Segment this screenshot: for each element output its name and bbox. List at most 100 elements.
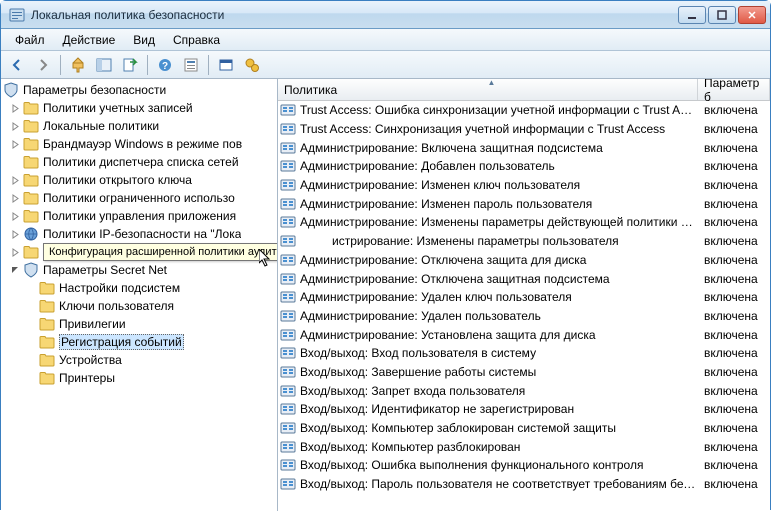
menu-view[interactable]: Вид xyxy=(125,31,163,49)
list-header: Политика ▲ Параметр б xyxy=(278,79,770,101)
properties-button[interactable] xyxy=(179,53,203,77)
list-row[interactable]: Администрирование: Добавлен пользователь… xyxy=(278,157,770,176)
tree-item[interactable]: Политики IP-безопасности на "Лока xyxy=(1,225,277,243)
expand-icon xyxy=(9,156,21,168)
settings-button[interactable] xyxy=(240,53,264,77)
list-row[interactable]: Вход/выход: Ошибка выполнения функционал… xyxy=(278,456,770,475)
tree-root-label: Параметры безопасности xyxy=(23,83,166,97)
registry-icon xyxy=(280,289,296,305)
help-button[interactable]: ? xyxy=(153,53,177,77)
policy-name: Администрирование: Отключена защитная по… xyxy=(300,272,698,286)
expand-icon[interactable] xyxy=(9,246,21,258)
tree-item[interactable]: Политики ограниченного использо xyxy=(1,189,277,207)
tree-item-label: Принтеры xyxy=(59,371,115,385)
expand-icon[interactable] xyxy=(9,174,21,186)
expand-icon[interactable] xyxy=(9,210,21,222)
list-row[interactable]: Администрирование: Отключена защитная по… xyxy=(278,269,770,288)
policy-value: включена xyxy=(698,440,770,454)
tree-root[interactable]: Параметры безопасности xyxy=(1,81,277,99)
list-row[interactable]: Администрирование: Отключена защита для … xyxy=(278,251,770,270)
list-row[interactable]: Администрирование: Удален пользовательвк… xyxy=(278,307,770,326)
list-row[interactable]: Вход/выход: Запрет входа пользователявкл… xyxy=(278,381,770,400)
policy-value: включена xyxy=(698,159,770,173)
show-hide-tree-button[interactable] xyxy=(92,53,116,77)
list-row[interactable]: Вход/выход: Компьютер разблокированвключ… xyxy=(278,437,770,456)
sort-asc-icon: ▲ xyxy=(488,79,496,87)
tree-item[interactable]: Принтеры xyxy=(1,369,277,387)
registry-icon xyxy=(280,457,296,473)
expand-icon[interactable] xyxy=(9,102,21,114)
close-button[interactable] xyxy=(738,6,766,24)
tree-item[interactable]: Локальные политики xyxy=(1,117,277,135)
menu-action[interactable]: Действие xyxy=(55,31,124,49)
policy-name: Администрирование: Изменены параметры де… xyxy=(300,215,698,229)
up-button[interactable] xyxy=(66,53,90,77)
tree-item[interactable]: Политики управления приложения xyxy=(1,207,277,225)
tree-item[interactable]: Настройки подсистем xyxy=(1,279,277,297)
expand-icon[interactable] xyxy=(9,120,21,132)
tree-item-label: Привилегии xyxy=(59,317,126,331)
tree-item[interactable]: Политики учетных записей xyxy=(1,99,277,117)
list-row[interactable]: Вход/выход: Завершение работы системывкл… xyxy=(278,363,770,382)
policy-value: включена xyxy=(698,421,770,435)
tree-item-label: Регистрация событий xyxy=(59,334,184,350)
registry-icon xyxy=(280,196,296,212)
tree-item-label: Параметры Secret Net xyxy=(43,263,167,277)
back-button[interactable] xyxy=(5,53,29,77)
list-row[interactable]: Администрирование: Изменен пароль пользо… xyxy=(278,194,770,213)
tree-item-label: Политики диспетчера списка сетей xyxy=(43,155,239,169)
export-button[interactable] xyxy=(118,53,142,77)
svg-text:?: ? xyxy=(162,61,168,72)
list-row[interactable]: Администрирование: Удален ключ пользоват… xyxy=(278,288,770,307)
window-button[interactable] xyxy=(214,53,238,77)
list-row[interactable]: Trust Access: Синхронизация учетной инфо… xyxy=(278,120,770,139)
list-row[interactable]: Вход/выход: Компьютер заблокирован систе… xyxy=(278,419,770,438)
expand-icon[interactable] xyxy=(9,192,21,204)
tree-item[interactable]: Политики диспетчера списка сетей xyxy=(1,153,277,171)
tree-item-label: Политики ограниченного использо xyxy=(43,191,235,205)
list-row[interactable]: Trust Access: Ошибка синхронизации учетн… xyxy=(278,101,770,120)
tree-item[interactable]: Конфигурация расширенной полити xyxy=(1,243,277,261)
tree-item[interactable]: Регистрация событий xyxy=(1,333,277,351)
tree-item[interactable]: Ключи пользователя xyxy=(1,297,277,315)
policy-value: включена xyxy=(698,215,770,229)
list-row[interactable]: Вход/выход: Пароль пользователя не соотв… xyxy=(278,475,770,494)
list-row[interactable]: Вход/выход: Вход пользователя в системув… xyxy=(278,344,770,363)
folder-icon xyxy=(39,298,55,314)
list-row[interactable]: истрирование: Изменены параметры пользов… xyxy=(278,232,770,251)
minimize-button[interactable] xyxy=(678,6,706,24)
policy-name: Вход/выход: Пароль пользователя не соотв… xyxy=(300,477,698,491)
expand-icon[interactable] xyxy=(9,138,21,150)
registry-icon xyxy=(280,271,296,287)
maximize-button[interactable] xyxy=(708,6,736,24)
folder-icon xyxy=(23,208,39,224)
titlebar: Локальная политика безопасности xyxy=(1,1,770,29)
tree-item[interactable]: Привилегии xyxy=(1,315,277,333)
list-panel: Политика ▲ Параметр б Trust Access: Ошиб… xyxy=(278,79,770,511)
column-setting[interactable]: Параметр б xyxy=(698,79,770,100)
policy-name: Trust Access: Синхронизация учетной инфо… xyxy=(300,122,698,136)
registry-icon xyxy=(280,383,296,399)
list-row[interactable]: Администрирование: Установлена защита дл… xyxy=(278,325,770,344)
registry-icon xyxy=(280,345,296,361)
policy-value: включена xyxy=(698,234,770,248)
menu-file[interactable]: Файл xyxy=(7,31,53,49)
policy-name: Администрирование: Отключена защита для … xyxy=(300,253,698,267)
tree-item[interactable]: Брандмауэр Windows в режиме пов xyxy=(1,135,277,153)
policy-value: включена xyxy=(698,346,770,360)
column-policy[interactable]: Политика ▲ xyxy=(278,79,698,100)
folder-icon xyxy=(23,244,39,260)
tree-item[interactable]: Устройства xyxy=(1,351,277,369)
list-row[interactable]: Администрирование: Изменены параметры де… xyxy=(278,213,770,232)
collapse-icon[interactable] xyxy=(9,264,21,276)
registry-icon xyxy=(280,364,296,380)
list-row[interactable]: Администрирование: Включена защитная под… xyxy=(278,138,770,157)
tree-item[interactable]: Параметры Secret Net xyxy=(1,261,277,279)
list-row[interactable]: Администрирование: Изменен ключ пользова… xyxy=(278,176,770,195)
menu-help[interactable]: Справка xyxy=(165,31,228,49)
toolbar-separator xyxy=(60,55,61,75)
list-row[interactable]: Вход/выход: Идентификатор не зарегистрир… xyxy=(278,400,770,419)
expand-icon[interactable] xyxy=(9,228,21,240)
forward-button[interactable] xyxy=(31,53,55,77)
tree-item[interactable]: Политики открытого ключа xyxy=(1,171,277,189)
